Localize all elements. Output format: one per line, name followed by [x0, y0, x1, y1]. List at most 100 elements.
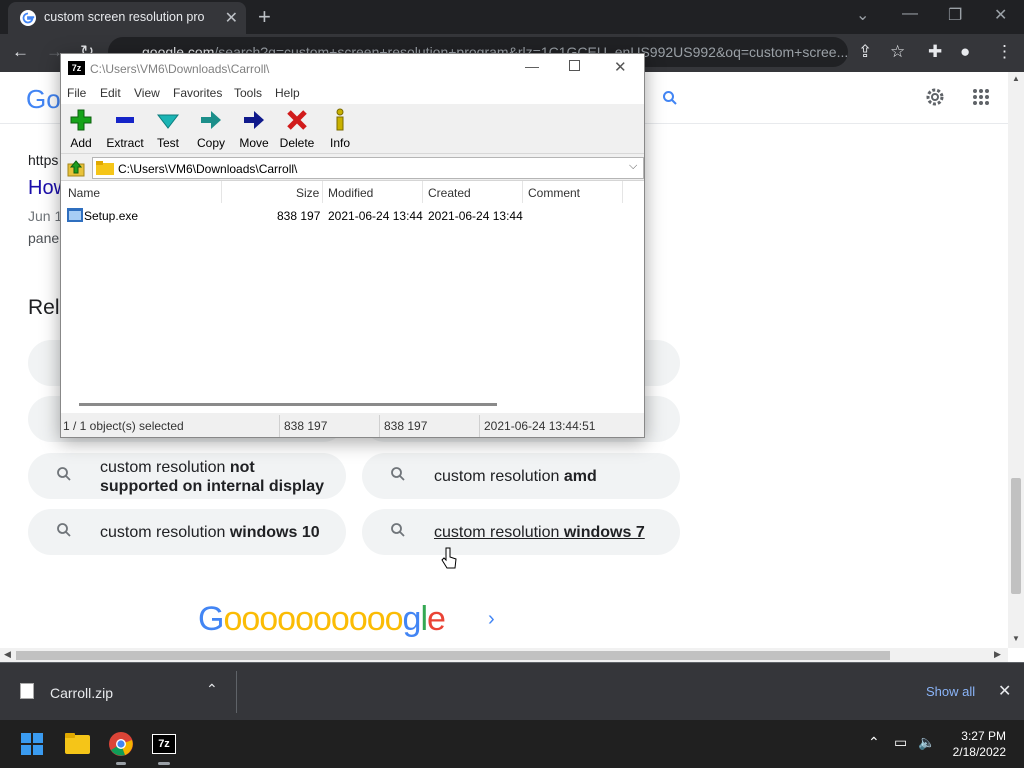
clock-time: 3:27 PM: [961, 729, 1006, 743]
related-chip-label: custom resolution windows 10: [100, 524, 320, 541]
cross-icon: [287, 110, 307, 130]
scroll-down-icon[interactable]: ▼: [1012, 634, 1020, 643]
minus-icon: [116, 117, 134, 123]
arrow-right-icon: [201, 111, 221, 129]
profile-icon[interactable]: ●: [960, 42, 970, 62]
back-icon[interactable]: ←: [12, 42, 29, 62]
scrollbar-thumb[interactable]: [16, 651, 890, 660]
new-tab-icon[interactable]: +: [258, 4, 271, 30]
extract-button[interactable]: Extract: [102, 108, 148, 152]
7zip-taskbar-icon[interactable]: 7z: [152, 734, 176, 754]
folder-icon: [96, 161, 114, 175]
column-size[interactable]: Size: [296, 186, 319, 200]
share-icon[interactable]: ⇪: [858, 42, 872, 62]
divider: [279, 415, 280, 437]
close-window-icon[interactable]: ✕: [994, 5, 1007, 25]
scroll-right-icon[interactable]: ▶: [994, 649, 1001, 660]
7zip-app-icon: 7z: [68, 61, 85, 75]
settings-gear-icon[interactable]: [924, 86, 946, 108]
menu-help[interactable]: Help: [275, 86, 300, 100]
menu-edit[interactable]: Edit: [100, 86, 121, 100]
7zip-toolbar: Add Extract Test Copy Move Delete Info: [61, 104, 644, 154]
search-icon: [391, 467, 405, 481]
search-icon: [57, 523, 71, 537]
restore-icon[interactable]: ❐: [948, 5, 962, 25]
downloads-bar: Carroll.zip ⌃ Show all ✕: [0, 662, 1024, 720]
exe-file-icon: [67, 208, 83, 222]
browser-tab[interactable]: custom screen resolution progra ✕: [8, 2, 246, 34]
chrome-icon[interactable]: [109, 732, 133, 756]
move-button[interactable]: Move: [231, 108, 277, 152]
file-created: 2021-06-24 13:44: [428, 209, 523, 223]
google-logo[interactable]: Go: [26, 84, 61, 115]
network-icon[interactable]: ▭: [894, 734, 907, 751]
file-list-header: Name Size Modified Created Comment: [61, 181, 644, 203]
delete-button[interactable]: Delete: [274, 108, 320, 152]
vertical-scrollbar[interactable]: ▲ ▼: [1008, 72, 1024, 648]
column-comment[interactable]: Comment: [528, 186, 580, 200]
maximize-icon[interactable]: [569, 60, 580, 71]
related-chip-windows-10[interactable]: custom resolution windows 10: [28, 509, 346, 555]
next-page-chevron-icon[interactable]: ›: [488, 608, 495, 631]
hand-cursor-icon: [441, 547, 457, 569]
show-all-button[interactable]: Show all: [926, 684, 975, 699]
result-date: Jun 1: [28, 208, 63, 224]
column-name[interactable]: Name: [68, 186, 100, 200]
menu-favorites[interactable]: Favorites: [173, 86, 222, 100]
minimize-icon[interactable]: —: [902, 5, 918, 23]
horizontal-scrollbar[interactable]: ◀ ▶: [0, 648, 1008, 662]
status-date: 2021-06-24 13:44:51: [484, 419, 596, 433]
apps-grid-icon[interactable]: [972, 88, 990, 106]
7zip-address-field[interactable]: C:\Users\VM6\Downloads\Carroll\ ⌵: [92, 157, 644, 179]
scroll-left-icon[interactable]: ◀: [4, 649, 11, 660]
download-file-name[interactable]: Carroll.zip: [50, 685, 113, 701]
download-options-chevron-icon[interactable]: ⌃: [206, 681, 218, 698]
related-chip-not-supported[interactable]: custom resolution not supported on inter…: [28, 453, 346, 499]
chrome-menu-icon[interactable]: ⋮: [996, 42, 1013, 62]
tray-overflow-chevron-icon[interactable]: ⌃: [868, 734, 880, 751]
minimize-icon[interactable]: —: [525, 58, 539, 74]
close-downloads-icon[interactable]: ✕: [998, 681, 1011, 701]
menu-file[interactable]: File: [67, 86, 86, 100]
file-name: Setup.exe: [84, 209, 139, 223]
copy-button[interactable]: Copy: [188, 108, 234, 152]
related-chip-windows-7[interactable]: custom resolution windows 7: [362, 509, 680, 555]
scrollbar-thumb[interactable]: [1011, 478, 1021, 594]
7zip-window-title: C:\Users\VM6\Downloads\Carroll\: [90, 62, 270, 76]
file-explorer-icon[interactable]: [65, 733, 90, 754]
test-button[interactable]: Test: [145, 108, 191, 152]
extensions-icon[interactable]: ✚: [928, 42, 942, 62]
divider: [379, 415, 380, 437]
tab-close-icon[interactable]: ✕: [225, 8, 238, 28]
add-button[interactable]: Add: [58, 108, 104, 152]
bookmark-star-icon[interactable]: ☆: [890, 42, 905, 62]
7zip-status-bar: 1 / 1 object(s) selected 838 197 838 197…: [61, 415, 644, 437]
result-snippet: pane: [28, 230, 60, 246]
address-dropdown-chevron-icon[interactable]: ⌵: [629, 160, 637, 173]
close-icon[interactable]: ✕: [614, 58, 627, 76]
info-button[interactable]: Info: [317, 108, 363, 152]
file-size: 838 197: [277, 209, 321, 223]
scroll-up-icon[interactable]: ▲: [1012, 74, 1020, 83]
search-icon[interactable]: [662, 90, 678, 106]
horizontal-scrollbar[interactable]: [79, 403, 497, 406]
windows-start-icon[interactable]: [21, 733, 43, 755]
pagination-logo: Goooooooooogle: [198, 600, 446, 638]
column-created[interactable]: Created: [428, 186, 471, 200]
table-row[interactable]: Setup.exe 838 197 2021-06-24 13:44 2021-…: [61, 206, 644, 226]
7zip-title-bar[interactable]: 7z C:\Users\VM6\Downloads\Carroll\ — ✕: [61, 54, 644, 84]
menu-tools[interactable]: Tools: [234, 86, 262, 100]
tab-search-icon[interactable]: ⌄: [856, 5, 869, 25]
menu-view[interactable]: View: [134, 86, 160, 100]
column-modified[interactable]: Modified: [328, 186, 373, 200]
result-url: https: [28, 152, 59, 168]
volume-icon[interactable]: 🔈: [918, 734, 935, 751]
address-path: C:\Users\VM6\Downloads\Carroll\: [118, 162, 298, 176]
up-folder-icon[interactable]: [67, 159, 85, 177]
plus-icon: [70, 109, 92, 131]
7zip-file-list[interactable]: Name Size Modified Created Comment Setup…: [61, 180, 644, 413]
system-clock[interactable]: 3:27 PM 2/18/2022: [944, 728, 1006, 760]
search-icon: [391, 523, 405, 537]
related-chip-amd[interactable]: custom resolution amd: [362, 453, 680, 499]
status-selection: 1 / 1 object(s) selected: [63, 419, 184, 433]
